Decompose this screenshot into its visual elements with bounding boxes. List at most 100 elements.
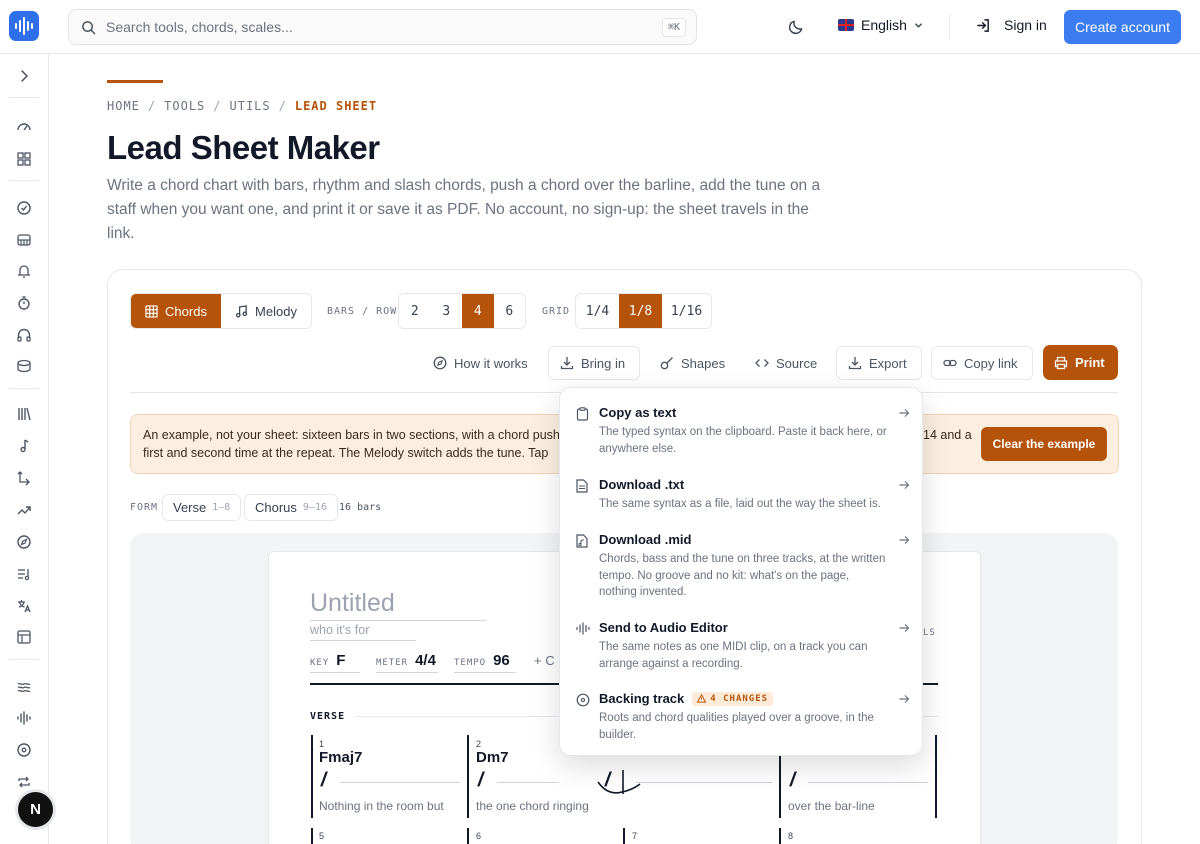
trending-icon[interactable]	[16, 502, 32, 518]
bars-option[interactable]: 3	[431, 294, 463, 328]
meter-label: METER	[376, 658, 409, 668]
bars-option[interactable]: 6	[494, 294, 526, 328]
menu-item-download-txt[interactable]: Download .txt The same syntax as a file,…	[574, 477, 910, 517]
sign-in-button[interactable]: Sign in	[976, 17, 1047, 33]
section-chip-chorus[interactable]: Chorus 9–16	[244, 494, 339, 521]
stopwatch-icon[interactable]	[16, 295, 32, 311]
grid-icon[interactable]	[16, 151, 32, 167]
theme-toggle-button[interactable]	[788, 18, 805, 35]
bell-icon[interactable]	[16, 263, 32, 279]
page-title: Lead Sheet Maker	[107, 129, 380, 166]
menu-item-description: Chords, bass and the tune on three track…	[599, 553, 886, 598]
breadcrumb-utils[interactable]: UTILS	[230, 99, 271, 113]
bars-option-selected[interactable]: 4	[462, 294, 494, 328]
drum-icon[interactable]	[16, 358, 32, 374]
user-avatar[interactable]: N	[18, 792, 53, 827]
add-field-button[interactable]: + C	[534, 653, 555, 668]
copy-link-label: Copy link	[964, 355, 1018, 371]
tuner-icon[interactable]	[16, 200, 32, 216]
lyric-text[interactable]: the one chord ringing	[476, 799, 589, 813]
bring-in-button[interactable]: Bring in	[548, 346, 640, 380]
create-account-button[interactable]: Create account	[1064, 10, 1181, 44]
expand-sidebar-icon[interactable]	[16, 68, 32, 84]
grid-option[interactable]: 1/4	[576, 294, 619, 328]
grid-icon	[145, 304, 158, 318]
how-it-works-button[interactable]: How it works	[422, 346, 539, 380]
vinyl-icon[interactable]	[16, 742, 32, 758]
transpose-icon[interactable]	[16, 470, 32, 486]
app-logo[interactable]	[9, 11, 39, 41]
print-button[interactable]: Print	[1043, 345, 1118, 380]
menu-item-title: Download .txt	[599, 477, 685, 492]
menu-item-backing-track[interactable]: Backing track 4 CHANGES Roots and chord …	[574, 691, 910, 747]
library-icon[interactable]	[16, 406, 32, 422]
sidebar-divider	[9, 180, 39, 181]
source-button[interactable]: Source	[744, 346, 828, 380]
sheet-subtitle-input[interactable]: who it's for	[310, 623, 416, 641]
export-button[interactable]: Export	[836, 346, 922, 380]
table-icon[interactable]	[16, 629, 32, 645]
waves-icon[interactable]	[16, 679, 32, 695]
search-icon	[82, 20, 96, 34]
tempo-field[interactable]: TEMPO 96	[454, 652, 516, 673]
barline	[623, 828, 625, 844]
chevron-down-icon	[915, 22, 922, 28]
menu-item-title: Send to Audio Editor	[599, 620, 728, 635]
headphones-icon[interactable]	[16, 327, 32, 343]
menu-item-download-mid[interactable]: Download .mid Chords, bass and the tune …	[574, 532, 910, 604]
chords-mode-button[interactable]: Chords	[131, 294, 221, 328]
piano-icon[interactable]	[16, 232, 32, 248]
copy-link-button[interactable]: Copy link	[931, 346, 1033, 380]
grid-option-selected[interactable]: 1/8	[619, 294, 662, 328]
shapes-button[interactable]: Shapes	[649, 346, 736, 380]
grid-option[interactable]: 1/16	[662, 294, 711, 328]
chord-symbol[interactable]: Dm7	[476, 749, 509, 766]
cols-label: LS	[923, 628, 936, 638]
bars-count: 16 bars	[339, 502, 382, 513]
language-selector[interactable]: English	[838, 17, 923, 33]
menu-item-copy-as-text[interactable]: Copy as text The typed syntax on the cli…	[574, 405, 910, 461]
chord-symbol[interactable]: Fmaj7	[319, 749, 362, 766]
barline	[779, 828, 781, 844]
audio-waveform-icon[interactable]	[16, 710, 32, 726]
beat-line	[497, 782, 559, 783]
moon-icon	[788, 20, 803, 35]
bars-option[interactable]: 2	[399, 294, 431, 328]
melody-mode-button[interactable]: Melody	[221, 294, 311, 328]
repeat-icon[interactable]	[16, 774, 32, 790]
arrow-right-icon	[899, 624, 910, 632]
section-chip-verse[interactable]: Verse 1–8	[162, 494, 242, 521]
shapes-label: Shapes	[681, 355, 726, 371]
code-icon	[755, 359, 769, 367]
sheet-title-input[interactable]: Untitled	[310, 589, 486, 621]
search-input[interactable]	[106, 19, 646, 35]
translate-icon[interactable]	[16, 598, 32, 614]
clear-example-button[interactable]: Clear the example	[981, 427, 1107, 461]
menu-item-title: Download .mid	[599, 532, 692, 547]
list-music-icon[interactable]	[16, 566, 32, 582]
sidebar-divider	[9, 97, 39, 98]
gauge-icon[interactable]	[16, 119, 32, 135]
lyric-text[interactable]: Nothing in the room but	[319, 799, 444, 813]
section-range: 1–8	[212, 502, 231, 513]
warning-icon	[697, 694, 707, 703]
search-bar[interactable]: ⌘K	[68, 9, 697, 45]
breadcrumb-tools[interactable]: TOOLS	[164, 99, 205, 113]
music-note-icon[interactable]	[16, 438, 32, 454]
search-shortcut: ⌘K	[661, 18, 686, 37]
bars-per-row-selector: 2 3 4 6	[398, 293, 526, 329]
meter-field[interactable]: METER 4/4	[376, 652, 438, 673]
menu-item-send-to-audio-editor[interactable]: Send to Audio Editor The same notes as o…	[574, 620, 910, 676]
banner-text-line1: An example, not your sheet: sixteen bars…	[143, 428, 560, 442]
breadcrumb-current: LEAD SHEET	[294, 99, 378, 113]
lyric-text[interactable]: over the bar-line	[788, 799, 875, 813]
uk-flag-icon	[838, 19, 854, 31]
breadcrumb-separator: /	[147, 99, 157, 113]
beat-line	[340, 782, 460, 783]
bar-number: 1	[319, 739, 325, 749]
tempo-label: TEMPO	[454, 658, 487, 668]
form-label: FORM	[130, 502, 159, 513]
breadcrumb-home[interactable]: HOME	[107, 99, 140, 113]
key-field[interactable]: KEY F	[310, 652, 360, 673]
compass-icon[interactable]	[16, 534, 32, 550]
